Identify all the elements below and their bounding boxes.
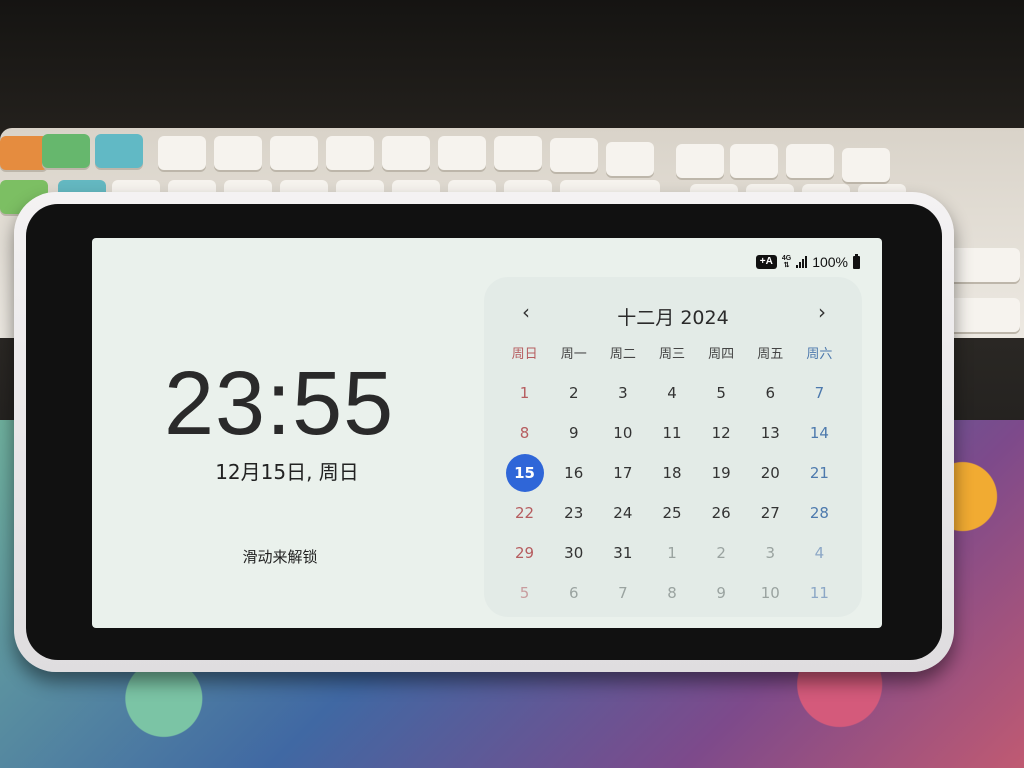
calendar-day[interactable]: 18: [647, 453, 696, 493]
calendar-day-next-month[interactable]: 11: [795, 573, 844, 613]
calendar-day-next-month[interactable]: 6: [549, 573, 598, 613]
calendar-day[interactable]: 16: [549, 453, 598, 493]
calendar-day[interactable]: 4: [647, 373, 696, 413]
calendar-day[interactable]: 13: [746, 413, 795, 453]
calendar-day[interactable]: 5: [697, 373, 746, 413]
selected-day-number: 15: [505, 454, 544, 492]
signal-icon: [796, 256, 808, 268]
weekday-label: 周三: [658, 347, 685, 362]
keyboard-key: [786, 144, 834, 178]
keyboard-key: [326, 136, 374, 170]
calendar-day[interactable]: 8: [500, 413, 549, 453]
calendar-day-next-month[interactable]: 9: [697, 573, 746, 613]
clock-date: 12月15日, 周日: [215, 460, 359, 484]
calendar-grid: 1 2 3 4 5 6 7 8 9 10 11 12 13 14 15 16 1…: [500, 373, 844, 613]
weekday-label: 周日: [511, 347, 538, 362]
calendar-day[interactable]: 27: [746, 493, 795, 533]
calendar-day-next-month[interactable]: 7: [598, 573, 647, 613]
calendar-day[interactable]: 7: [795, 373, 844, 413]
keyboard-key: [270, 136, 318, 170]
keyboard-key: [842, 148, 890, 182]
keyboard-key: [676, 144, 724, 178]
calendar-day[interactable]: 25: [647, 493, 696, 533]
calendar-day[interactable]: 17: [598, 453, 647, 493]
keyboard-key: [0, 136, 48, 170]
calendar-day[interactable]: 9: [549, 413, 598, 453]
keyboard-key: [382, 136, 430, 170]
keyboard-key: [606, 142, 654, 176]
calendar-day[interactable]: 1: [500, 373, 549, 413]
calendar-day[interactable]: 23: [549, 493, 598, 533]
calendar-day-next-month[interactable]: 5: [500, 573, 549, 613]
keyboard-key: [494, 136, 542, 170]
calendar-title: 十二月 2024: [617, 307, 729, 329]
keyboard-key: [730, 144, 778, 178]
calendar-day[interactable]: 11: [647, 413, 696, 453]
keyboard-key: [550, 138, 598, 172]
keyboard-key: [95, 134, 143, 168]
keyboard-key: [214, 136, 262, 170]
calendar-day[interactable]: 26: [697, 493, 746, 533]
calendar-day-next-month[interactable]: 3: [746, 533, 795, 573]
chevron-right-icon: ›: [818, 300, 826, 324]
network-label: 4G: [781, 255, 792, 262]
weekday-label: 周二: [609, 347, 636, 362]
status-bar: +A 4G ⇅ 100%: [755, 253, 860, 271]
calendar-day[interactable]: 20: [746, 453, 795, 493]
calendar-day[interactable]: 22: [500, 493, 549, 533]
previous-month-button[interactable]: ‹: [514, 300, 538, 324]
calendar-day[interactable]: 10: [598, 413, 647, 453]
calendar-day[interactable]: 31: [598, 533, 647, 573]
calendar-day-selected[interactable]: 15: [500, 453, 549, 493]
calendar-day[interactable]: 2: [549, 373, 598, 413]
network-indicator: 4G ⇅: [781, 255, 792, 269]
clock-time: 23:55: [164, 354, 395, 454]
calendar-day-next-month[interactable]: 4: [795, 533, 844, 573]
calendar-day[interactable]: 30: [549, 533, 598, 573]
weekday-label: 周六: [806, 347, 833, 362]
keyboard-key: [158, 136, 206, 170]
calendar-day[interactable]: 21: [795, 453, 844, 493]
calendar-day-next-month[interactable]: 10: [746, 573, 795, 613]
calendar-day-next-month[interactable]: 1: [647, 533, 696, 573]
unlock-hint[interactable]: 滑动来解锁: [190, 546, 370, 567]
calendar-day[interactable]: 6: [746, 373, 795, 413]
calendar-day-next-month[interactable]: 8: [647, 573, 696, 613]
calendar-day[interactable]: 3: [598, 373, 647, 413]
keyboard-key: [438, 136, 486, 170]
calendar-widget: ‹ 十二月 2024 › 周日 周一 周二 周三 周四 周五 周六 1 2 3 …: [484, 277, 862, 617]
calendar-day[interactable]: 29: [500, 533, 549, 573]
calendar-day[interactable]: 12: [697, 413, 746, 453]
calendar-day[interactable]: 28: [795, 493, 844, 533]
calendar-day[interactable]: 19: [697, 453, 746, 493]
lock-screen[interactable]: +A 4G ⇅ 100% 23:55 12月15日, 周日 滑动来解锁 ‹ 十二月…: [92, 238, 882, 628]
calendar-day[interactable]: 14: [795, 413, 844, 453]
weekday-label: 周五: [757, 347, 784, 362]
weekday-label: 周四: [708, 347, 735, 362]
battery-percentage: 100%: [812, 254, 848, 270]
battery-icon: [853, 253, 860, 269]
next-month-button[interactable]: ›: [810, 300, 834, 324]
chevron-left-icon: ‹: [522, 300, 530, 324]
weekday-label: 周一: [560, 347, 587, 362]
calendar-day[interactable]: 24: [598, 493, 647, 533]
keyboard-key: [42, 134, 90, 168]
weekday-header: 周日 周一 周二 周三 周四 周五 周六: [500, 343, 844, 362]
auto-badge: +A: [755, 255, 777, 269]
calendar-day-next-month[interactable]: 2: [697, 533, 746, 573]
